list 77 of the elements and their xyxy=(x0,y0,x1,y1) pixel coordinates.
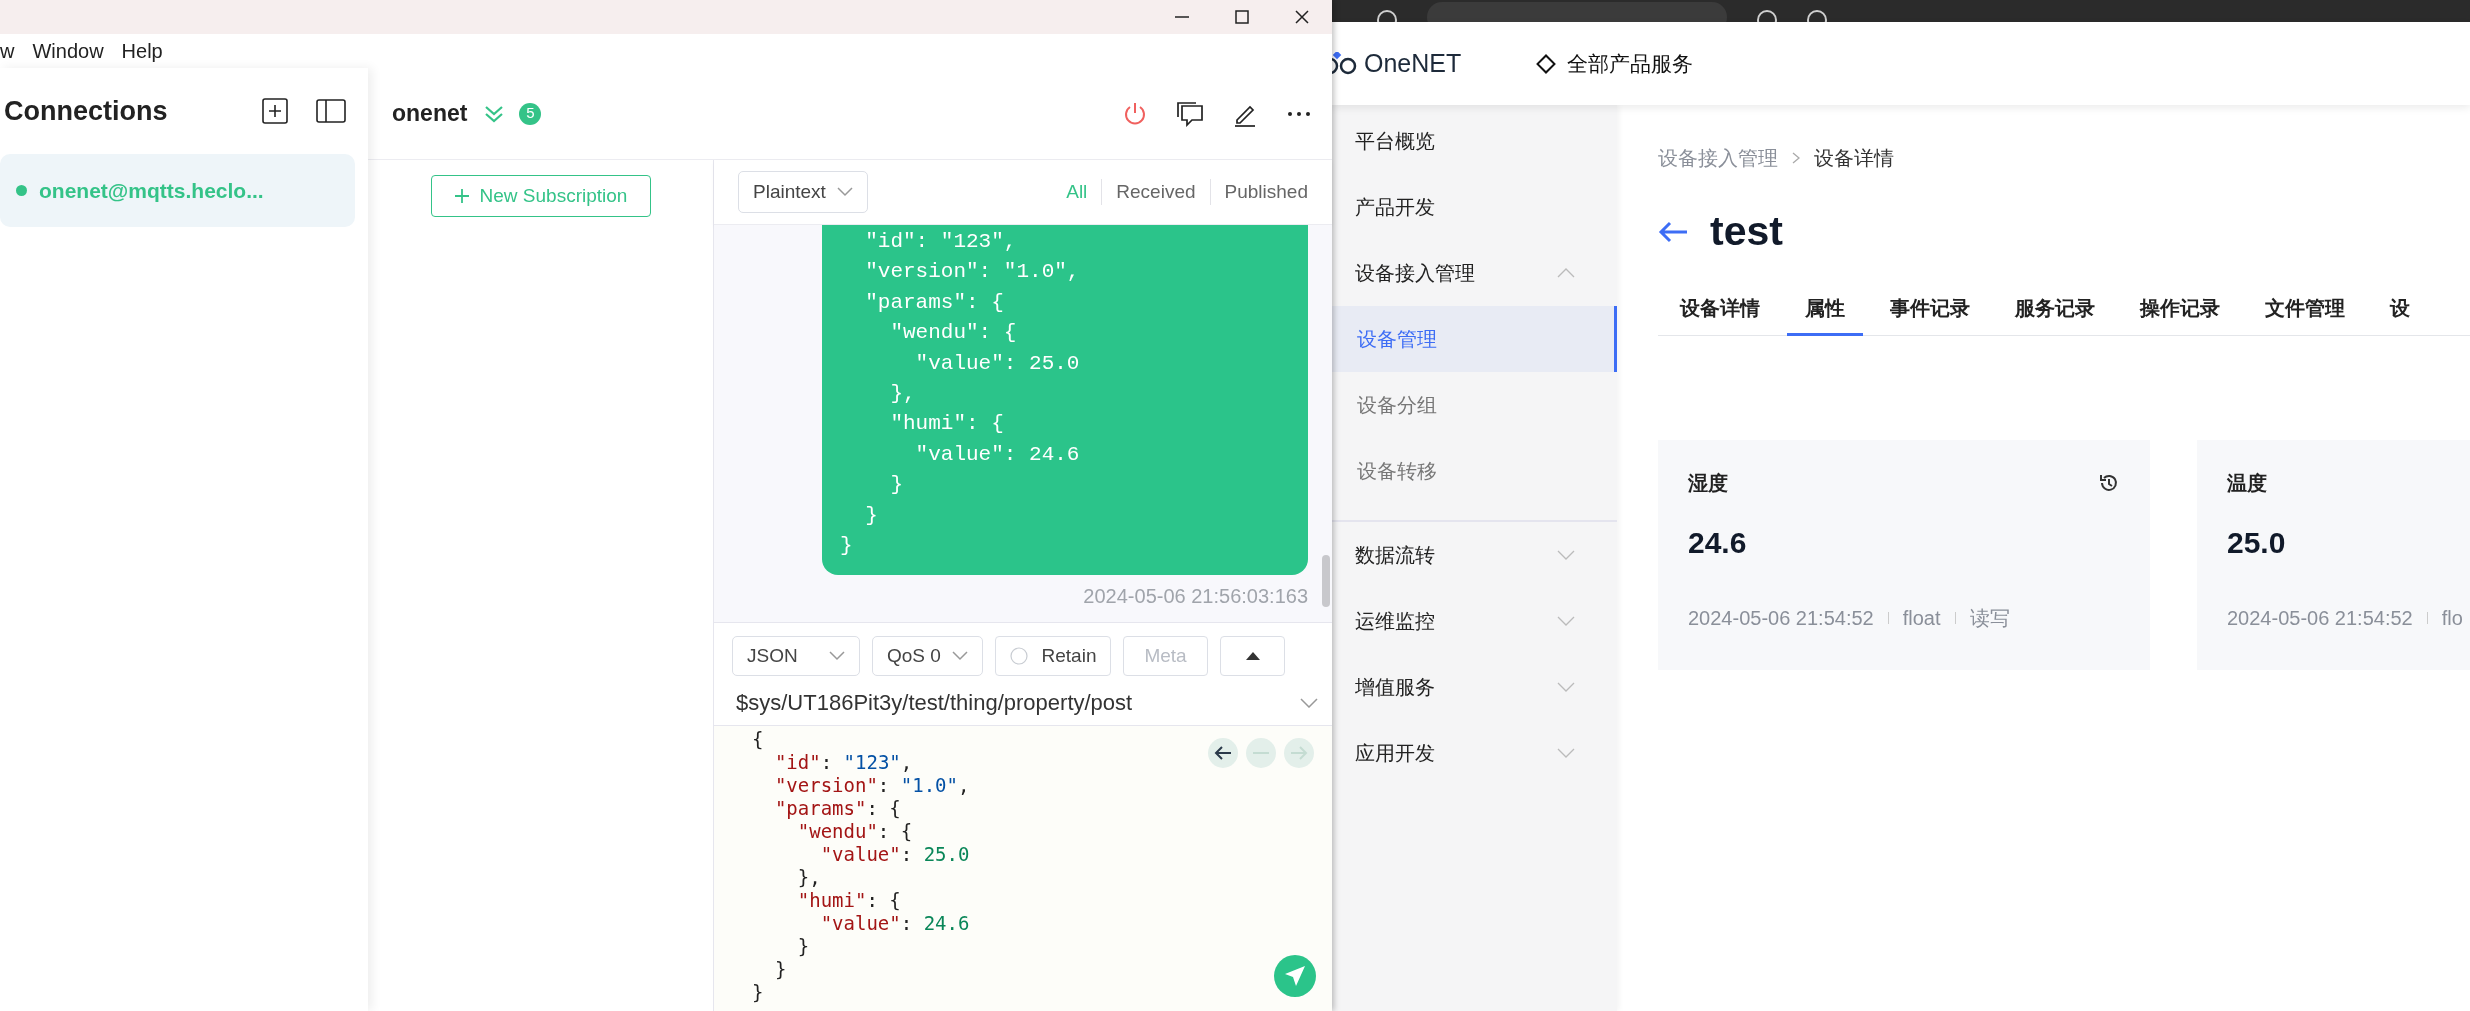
page-title: test xyxy=(1710,207,1783,256)
menu-item[interactable]: Help xyxy=(113,36,173,66)
sidebar-subitem[interactable]: 设备分组 xyxy=(1332,372,1617,438)
chevron-down-icon xyxy=(1300,697,1318,708)
card-meta: 读写 xyxy=(1969,605,2010,631)
sidebar-item[interactable]: 设备接入管理 xyxy=(1332,240,1617,306)
sidebar-item[interactable]: 数据流转 xyxy=(1332,522,1617,588)
chevron-down-icon xyxy=(829,651,845,661)
message-bubble: "id": "123", "version": "1.0", "params": { "wendu": { "value": 25.0 }, "humi": { "value": 24.6 } } } xyxy=(822,225,1308,576)
maximize-icon[interactable] xyxy=(1234,9,1250,25)
sidebar-subitem[interactable]: 设备转移 xyxy=(1332,438,1617,504)
scrollbar-thumb[interactable] xyxy=(1322,555,1330,607)
tab[interactable]: 设 xyxy=(2372,292,2410,336)
connection-name: onenet xyxy=(392,99,468,129)
card-value: 25.0 xyxy=(2227,525,2286,559)
card-meta: float xyxy=(1902,605,1941,631)
code-line: "value": 24.6 xyxy=(819,912,970,935)
format-select[interactable]: JSON xyxy=(732,636,860,676)
code-line: "params": { xyxy=(773,797,901,820)
sidebar-icon[interactable] xyxy=(316,98,346,124)
back-button[interactable] xyxy=(1208,738,1238,768)
count-badge: 5 xyxy=(519,102,542,125)
code-line: }, xyxy=(796,866,821,889)
tab[interactable]: 设备详情 xyxy=(1662,292,1778,336)
code-line: "value": 25.0 xyxy=(819,843,970,866)
power-icon[interactable] xyxy=(1122,100,1148,127)
filter-tab[interactable]: Published xyxy=(1209,179,1308,205)
tab[interactable]: 文件管理 xyxy=(2247,292,2363,336)
card-meta: flo xyxy=(2441,605,2463,631)
arrow-right-icon xyxy=(1290,746,1308,760)
sidebar-subitem[interactable]: 设备管理 xyxy=(1332,306,1617,372)
arrow-left-icon xyxy=(1214,746,1232,760)
filter-tab[interactable]: Received xyxy=(1101,179,1210,205)
chevron-right-icon xyxy=(1792,152,1800,164)
add-icon[interactable] xyxy=(262,98,288,124)
message-time: 2024-05-06 21:56:03:163 xyxy=(1083,585,1308,608)
diamond-icon xyxy=(1535,52,1557,75)
close-icon[interactable] xyxy=(1294,9,1310,25)
code-line: "version": "1.0", xyxy=(773,774,970,797)
code-line: } xyxy=(796,935,810,958)
back-arrow-icon[interactable] xyxy=(1658,220,1688,243)
menu-item[interactable]: w xyxy=(0,36,25,66)
sidebar-item[interactable]: 运维监控 xyxy=(1332,588,1617,654)
code-line: "humi": { xyxy=(796,889,901,912)
card-title: 湿度 xyxy=(1688,470,1728,496)
code-line: "wendu": { xyxy=(796,820,913,843)
chevron-down-icon xyxy=(837,187,853,197)
products-menu[interactable]: 全部产品服务 xyxy=(1535,47,1693,80)
code-line: { xyxy=(752,728,764,751)
card-value: 24.6 xyxy=(1688,525,1747,559)
send-icon xyxy=(1284,965,1306,987)
code-line: } xyxy=(773,958,787,981)
tab[interactable]: 服务记录 xyxy=(1997,292,2113,336)
chat-icon[interactable] xyxy=(1176,100,1204,127)
sidebar-item[interactable]: 平台概览 xyxy=(1332,108,1617,174)
retain-toggle[interactable]: Retain xyxy=(995,636,1111,676)
code-line: } xyxy=(752,981,764,1004)
breadcrumb-item: 设备详情 xyxy=(1814,146,1894,171)
tab[interactable]: 属性 xyxy=(1787,292,1863,336)
expand-button[interactable] xyxy=(1220,636,1285,676)
card-meta: 2024-05-06 21:54:52 xyxy=(2227,605,2413,631)
qos-select[interactable]: QoS 0 xyxy=(872,636,983,676)
tab[interactable]: 事件记录 xyxy=(1872,292,1988,336)
sidebar-title: Connections xyxy=(4,94,169,128)
chevron-down-icon xyxy=(952,651,968,661)
sidebar-item[interactable]: 应用开发 xyxy=(1332,720,1617,786)
caret-up-icon xyxy=(1245,652,1260,660)
format-select[interactable]: Plaintext xyxy=(738,171,868,213)
logo-text[interactable]: OneNET xyxy=(1364,44,1462,83)
sidebar-item[interactable]: 产品开发 xyxy=(1332,174,1617,240)
menu-item[interactable]: Window xyxy=(24,36,114,66)
card-title: 温度 xyxy=(2227,470,2267,496)
plus-icon xyxy=(453,188,470,204)
sidebar-item[interactable]: 增值服务 xyxy=(1332,654,1617,720)
card-meta: 2024-05-06 21:54:52 xyxy=(1688,605,1874,631)
code-line: "id": "123", xyxy=(773,751,913,774)
tab[interactable]: 操作记录 xyxy=(2122,292,2238,336)
